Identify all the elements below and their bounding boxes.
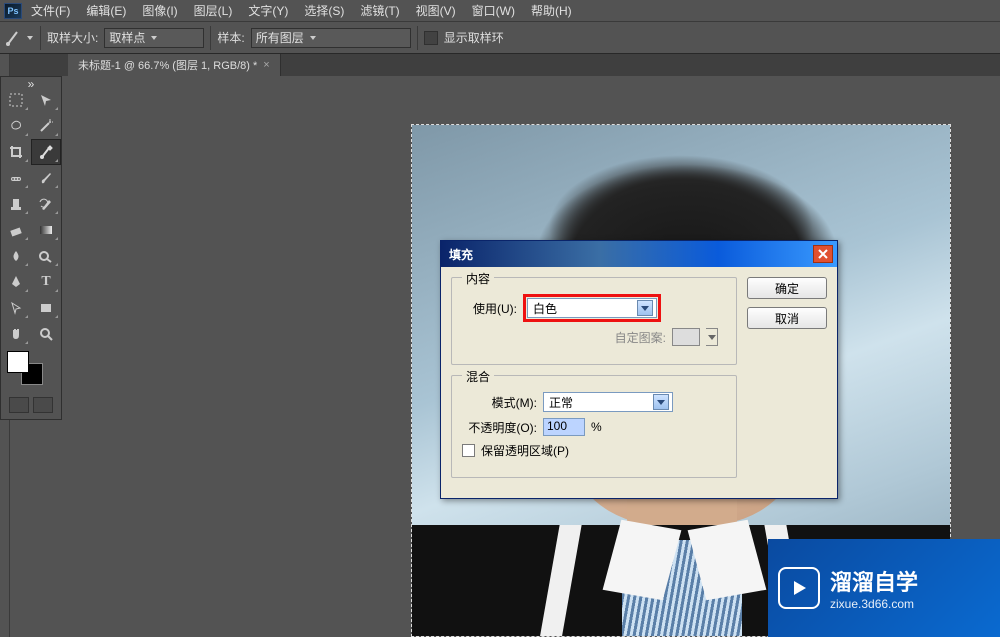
watermark: 溜溜自学 zixue.3d66.com [768, 539, 1000, 637]
content-group: 内容 使用(U): 白色 自定图案: [451, 277, 737, 365]
preserve-transparency-label: 保留透明区域(P) [481, 442, 569, 459]
document-tab[interactable]: 未标题-1 @ 66.7% (图层 1, RGB/8) * × [68, 54, 281, 76]
menu-edit[interactable]: 编辑(E) [79, 0, 133, 21]
menu-type[interactable]: 文字(Y) [241, 0, 295, 21]
mode-select[interactable]: 正常 [543, 392, 673, 412]
content-group-legend: 内容 [462, 270, 494, 287]
watermark-title: 溜溜自学 [830, 565, 918, 597]
cancel-button[interactable]: 取消 [747, 307, 827, 329]
hand-tool[interactable] [1, 321, 31, 347]
opacity-label: 不透明度(O): [462, 419, 537, 436]
chevron-down-icon [310, 36, 316, 40]
menu-bar: Ps 文件(F) 编辑(E) 图像(I) 图层(L) 文字(Y) 选择(S) 滤… [0, 0, 1000, 22]
chevron-down-icon [653, 394, 669, 410]
divider [40, 26, 41, 50]
dodge-tool[interactable] [31, 243, 61, 269]
chevron-down-icon [637, 300, 653, 316]
crop-tool[interactable] [1, 139, 31, 165]
dialog-title: 填充 [449, 246, 473, 263]
dialog-titlebar[interactable]: 填充 [441, 241, 837, 267]
menu-file[interactable]: 文件(F) [24, 0, 77, 21]
close-button[interactable] [813, 245, 833, 263]
clone-stamp-tool[interactable] [1, 191, 31, 217]
options-bar: 取样大小: 取样点 样本: 所有图层 显示取样环 [0, 22, 1000, 54]
spot-healing-tool[interactable] [1, 165, 31, 191]
app-logo: Ps [4, 3, 22, 19]
menu-image[interactable]: 图像(I) [135, 0, 184, 21]
color-swatches [1, 347, 61, 389]
toolbox: » T [0, 76, 62, 420]
history-brush-tool[interactable] [31, 191, 61, 217]
menu-select[interactable]: 选择(S) [297, 0, 351, 21]
pattern-dropdown[interactable] [706, 328, 718, 346]
zoom-tool[interactable] [31, 321, 61, 347]
magic-wand-tool[interactable] [31, 113, 61, 139]
blend-group: 混合 模式(M): 正常 不透明度(O): 100 % 保留透明区域(P) [451, 375, 737, 478]
divider [417, 26, 418, 50]
divider [210, 26, 211, 50]
pen-tool[interactable] [1, 269, 31, 295]
show-ring-checkbox[interactable] [424, 31, 438, 45]
lasso-tool[interactable] [1, 113, 31, 139]
watermark-url: zixue.3d66.com [830, 597, 918, 611]
blend-group-legend: 混合 [462, 368, 494, 385]
use-label: 使用(U): [462, 300, 517, 317]
sample-select[interactable]: 所有图层 [251, 28, 411, 48]
sample-size-value: 取样点 [109, 29, 145, 46]
path-selection-tool[interactable] [1, 295, 31, 321]
marquee-tool[interactable] [1, 87, 31, 113]
menu-window[interactable]: 窗口(W) [465, 0, 522, 21]
menu-layer[interactable]: 图层(L) [187, 0, 240, 21]
pattern-swatch[interactable] [672, 328, 700, 346]
sample-size-label: 取样大小: [47, 29, 98, 46]
play-icon [778, 567, 820, 609]
highlight-box: 白色 [523, 294, 661, 322]
blur-tool[interactable] [1, 243, 31, 269]
panel-grip-icon[interactable]: » [1, 77, 61, 87]
menu-help[interactable]: 帮助(H) [524, 0, 579, 21]
close-icon [818, 249, 828, 259]
chevron-down-icon [151, 36, 157, 40]
gradient-tool[interactable] [31, 217, 61, 243]
mode-value: 正常 [549, 394, 573, 411]
show-ring-label: 显示取样环 [444, 29, 504, 46]
quick-mask-toggle[interactable] [9, 397, 29, 413]
fill-dialog: 填充 内容 使用(U): 白色 自定图案: [440, 240, 838, 499]
sample-size-select[interactable]: 取样点 [104, 28, 204, 48]
active-tool-icon[interactable] [4, 27, 34, 49]
use-value: 白色 [533, 300, 557, 317]
move-tool[interactable] [31, 87, 61, 113]
eyedropper-tool[interactable] [31, 139, 61, 165]
sample-label: 样本: [217, 29, 244, 46]
screen-mode-toggle[interactable] [33, 397, 53, 413]
foreground-color-swatch[interactable] [7, 351, 29, 373]
preserve-transparency-checkbox[interactable] [462, 444, 475, 457]
type-tool[interactable]: T [31, 269, 61, 295]
close-icon[interactable]: × [263, 59, 269, 71]
document-tab-title: 未标题-1 @ 66.7% (图层 1, RGB/8) * [78, 57, 257, 73]
brush-tool[interactable] [31, 165, 61, 191]
rectangle-tool[interactable] [31, 295, 61, 321]
document-tab-bar: 未标题-1 @ 66.7% (图层 1, RGB/8) * × [0, 54, 1000, 76]
ok-button[interactable]: 确定 [747, 277, 827, 299]
chevron-down-icon [27, 36, 33, 40]
menu-view[interactable]: 视图(V) [409, 0, 463, 21]
mode-label: 模式(M): [462, 394, 537, 411]
opacity-unit: % [591, 420, 602, 434]
sample-value: 所有图层 [256, 29, 304, 46]
menu-filter[interactable]: 滤镜(T) [353, 0, 406, 21]
eraser-tool[interactable] [1, 217, 31, 243]
opacity-input[interactable]: 100 [543, 418, 585, 436]
custom-pattern-label: 自定图案: [615, 329, 666, 346]
use-select[interactable]: 白色 [527, 298, 657, 318]
